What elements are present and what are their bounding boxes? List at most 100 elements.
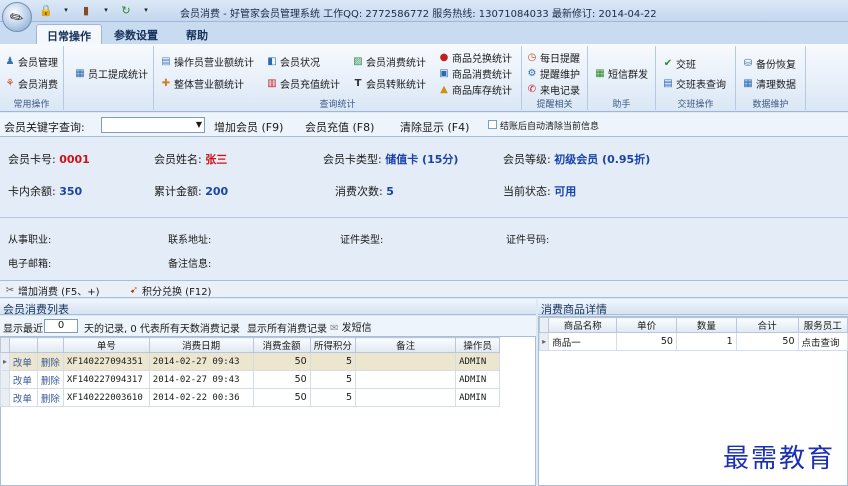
member-status-button[interactable]: ◧ 会员状况 — [266, 54, 320, 69]
add-member-button[interactable]: 增加会员 (F9) — [214, 119, 283, 135]
group-caption: 数据维护 — [752, 100, 789, 110]
group-query-stats: ▤ 操作员营业额统计 ✚ 整体营业额统计 ◧ 会员状况 ▥ 会员充值统计 ▨ 会员消费统计… — [154, 46, 522, 110]
table-row[interactable]: ▸ 商品一 50 1 50 点击查询 — [538, 332, 848, 351]
group-common: ♟ 会员管理 ⚘ 会员消费 常用操作 — [0, 46, 64, 110]
operator-revenue-button[interactable]: ▤ 操作员营业额统计 — [160, 54, 254, 69]
pen-icon: ✎ — [6, 5, 28, 29]
table-row[interactable]: 改单 删除 XF140227094317 2014-02-27 09:43 50… — [0, 370, 500, 389]
order-no: XF140222003610 — [62, 388, 150, 407]
order-no: XF140227094317 — [62, 370, 150, 389]
search-bar: 会员关键字查询: ▼ 增加会员 (F9) 会员充值 (F8) 清除显示 (F4)… — [0, 113, 848, 137]
dropdown-icon[interactable]: ▾ — [98, 3, 114, 17]
shift-query-button[interactable]: ▤ 交班表查询 — [662, 76, 726, 91]
goods-exchange-stats-button[interactable]: ● 商品兑换统计 — [438, 50, 512, 65]
auto-clear-checkbox[interactable] — [488, 120, 497, 129]
customize-qat-icon[interactable]: ▾ — [138, 3, 154, 17]
group-reminders: ◷ 每日提醒 ⚙ 提醒维护 ✆ 来电记录 提醒相关 — [522, 46, 588, 110]
edit-order-link[interactable]: 改单 — [8, 370, 38, 389]
group-caption: 交班操作 — [677, 100, 714, 110]
member-consume-button[interactable]: ⚘ 会员消费 — [4, 76, 58, 91]
send-sms-button[interactable]: ✉ 发短信 — [330, 319, 372, 334]
row-header — [0, 370, 10, 389]
sms-broadcast-button[interactable]: ▦ 短信群发 — [594, 66, 648, 81]
refresh-icon[interactable]: ↻ — [118, 3, 134, 17]
search-label: 会员关键字查询: — [4, 121, 85, 134]
member-manage-button[interactable]: ♟ 会员管理 — [4, 54, 58, 69]
remark-label: 备注信息: — [168, 259, 212, 270]
goods-stock-stats-button[interactable]: ▲ 商品库存统计 — [438, 82, 512, 97]
dropdown-icon[interactable]: ▾ — [58, 3, 74, 17]
member-recharge-button[interactable]: 会员充值 (F8) — [305, 119, 374, 135]
show-recent-label: 显示最近 — [3, 324, 43, 335]
group-shift: ✔ 交班 ▤ 交班表查询 交班操作 — [656, 46, 736, 110]
col-header-staff[interactable]: 服务员工 — [797, 317, 848, 333]
days-input[interactable]: 0 — [44, 319, 78, 333]
lock-icon[interactable]: 🔒 — [38, 3, 54, 17]
balance-value: 350 — [59, 185, 83, 198]
staff-commission-button[interactable]: ▦ 员工提成统计 — [74, 66, 148, 81]
puzzle-icon: ✚ — [161, 78, 171, 89]
name-value: 张三 — [205, 153, 228, 166]
goods-consume-stats-button[interactable]: ▣ 商品消费统计 — [438, 66, 512, 81]
call-log-button[interactable]: ✆ 来电记录 — [526, 82, 580, 97]
edit-order-link[interactable]: 改单 — [8, 388, 38, 407]
show-all-button[interactable]: 显示所有消费记录 — [247, 320, 327, 335]
member-search-combo[interactable]: ▼ — [101, 117, 205, 133]
watermark: 最需教育 — [723, 444, 836, 474]
status-value: 可用 — [554, 185, 577, 198]
table-row[interactable]: ▸ 改单 删除 XF140227094351 2014-02-27 09:43 … — [0, 352, 500, 371]
balance-field: 卡内余额: 350 — [8, 185, 83, 198]
col-header-date[interactable]: 消费日期 — [148, 337, 254, 353]
consume-stats-button[interactable]: ▨ 会员消费统计 — [352, 54, 426, 69]
overall-revenue-button[interactable]: ✚ 整体营业额统计 — [160, 76, 244, 91]
shift-handover-button[interactable]: ✔ 交班 — [662, 56, 696, 71]
app-menu-button[interactable]: ✎ — [2, 2, 32, 32]
clean-icon: ▦ — [743, 78, 753, 89]
reminder-maintain-button[interactable]: ⚙ 提醒维护 — [526, 66, 580, 81]
staff-query-link[interactable]: 点击查询 — [797, 332, 848, 351]
goods-sum: 50 — [735, 332, 799, 351]
delete-link[interactable]: 删除 — [36, 370, 64, 389]
tab-help[interactable]: 帮助 — [176, 24, 218, 44]
group-assistant: ▦ 短信群发 助手 — [588, 46, 656, 110]
col-header-qty[interactable]: 数量 — [675, 317, 737, 333]
chevron-down-icon[interactable]: ▼ — [196, 120, 202, 129]
note — [355, 370, 457, 389]
tab-settings[interactable]: 参数设置 — [104, 24, 168, 44]
row-pointer-icon: ▸ — [538, 332, 550, 351]
col-header-price[interactable]: 单价 — [616, 317, 677, 333]
ribbon: ♟ 会员管理 ⚘ 会员消费 常用操作 ▦ 员工提成统计 ▤ 操作员营业额统计 ✚ 整体营业… — [0, 44, 848, 112]
col-header-points[interactable]: 所得积分 — [309, 337, 357, 353]
member-info-panel: 会员卡号: 0001 会员姓名: 张三 会员卡类型: 储值卡 (15分) 会员等… — [0, 137, 848, 280]
backup-icon: ⛁ — [743, 58, 753, 69]
col-header-amount[interactable]: 消费金额 — [252, 337, 311, 353]
operator: ADMIN — [455, 388, 500, 407]
recharge-stats-button[interactable]: ▥ 会员充值统计 — [266, 76, 340, 91]
briefcase-icon[interactable]: ▮ — [78, 3, 94, 17]
edit-order-link[interactable]: 改单 — [8, 352, 38, 371]
recharge-icon: ▥ — [267, 78, 277, 89]
window-title: 会员消费 - 好管家会员管理系统 工作QQ: 2772586772 服务热线: … — [180, 9, 657, 20]
goods-qty: 1 — [675, 332, 737, 351]
backup-restore-button[interactable]: ⛁ 备份恢复 — [742, 56, 796, 71]
col-header-note[interactable]: 备注 — [355, 337, 457, 353]
clean-data-button[interactable]: ▦ 清理数据 — [742, 76, 796, 91]
id-no-label: 证件号码: — [506, 235, 550, 246]
daily-reminder-button[interactable]: ◷ 每日提醒 — [526, 50, 580, 65]
transfer-stats-button[interactable]: T 会员转账统计 — [352, 76, 426, 91]
col-header-no[interactable]: 单号 — [62, 337, 150, 353]
delete-link[interactable]: 删除 — [36, 388, 64, 407]
col-header-goods-name[interactable]: 商品名称 — [548, 317, 618, 333]
col-header-operator[interactable]: 操作员 — [455, 337, 500, 353]
col-header-sum[interactable]: 合计 — [735, 317, 799, 333]
add-consume-button[interactable]: ✂ 增加消费 (F5、+) — [4, 283, 100, 298]
consume-table: 单号 消费日期 消费金额 所得积分 备注 操作员 ▸ 改单 删除 XF14022… — [0, 337, 500, 407]
table-row[interactable]: 改单 删除 XF140222003610 2014-02-22 00:36 50… — [0, 388, 500, 407]
clear-display-button[interactable]: 清除显示 (F4) — [400, 119, 469, 135]
delete-link[interactable]: 删除 — [36, 352, 64, 371]
points-exchange-button[interactable]: ➹ 积分兑换 (F12) — [128, 283, 212, 298]
tab-daily-ops[interactable]: 日常操作 — [36, 24, 102, 44]
shift-table-icon: ▤ — [663, 78, 673, 89]
operator: ADMIN — [455, 352, 500, 371]
row-header-corner — [0, 337, 10, 353]
